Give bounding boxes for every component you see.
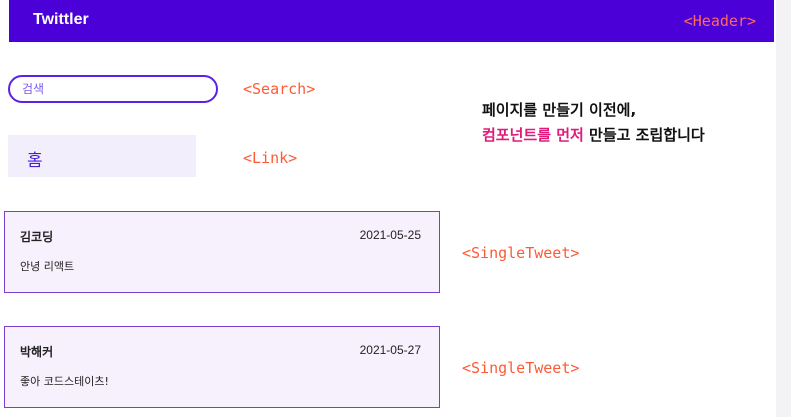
single-tweet[interactable]: 김코딩 2021-05-25 안녕 리액트 [4, 211, 440, 293]
tweet-date: 2021-05-25 [359, 228, 421, 242]
app-title: Twittler [33, 11, 89, 28]
header-component-label: <Header> [683, 12, 756, 30]
tweet-content: 좋아 코드스테이츠! [20, 375, 109, 388]
single-tweet-component-label: <SingleTweet> [462, 359, 580, 377]
description-line-1: 페이지를 만들기 이전에, [482, 101, 637, 119]
description-line-2: 컴포넌트를 먼저 만들고 조립합니다 [482, 123, 705, 148]
search-input[interactable] [22, 77, 212, 101]
tweet-author: 박해커 [20, 345, 54, 359]
home-link[interactable]: 홈 [8, 135, 196, 177]
description-text: 페이지를 만들기 이전에, 컴포넌트를 먼저 만들고 조립합니다 [482, 98, 705, 148]
link-component-label: <Link> [243, 149, 298, 167]
app-header: Twittler <Header> [9, 0, 774, 42]
right-edge-strip [776, 0, 791, 417]
single-tweet[interactable]: 박해커 2021-05-27 좋아 코드스테이츠! [4, 326, 440, 408]
description-line-2-rest: 만들고 조립합니다 [583, 126, 705, 144]
tweet-content: 안녕 리액트 [20, 260, 75, 273]
tweet-date: 2021-05-27 [359, 343, 421, 357]
search-component-label: <Search> [243, 80, 316, 98]
search-box [8, 75, 218, 103]
description-highlight: 컴포넌트를 먼저 [482, 126, 584, 144]
single-tweet-component-label: <SingleTweet> [462, 244, 580, 262]
tweet-author: 김코딩 [20, 230, 54, 244]
home-link-label: 홈 [27, 151, 43, 171]
